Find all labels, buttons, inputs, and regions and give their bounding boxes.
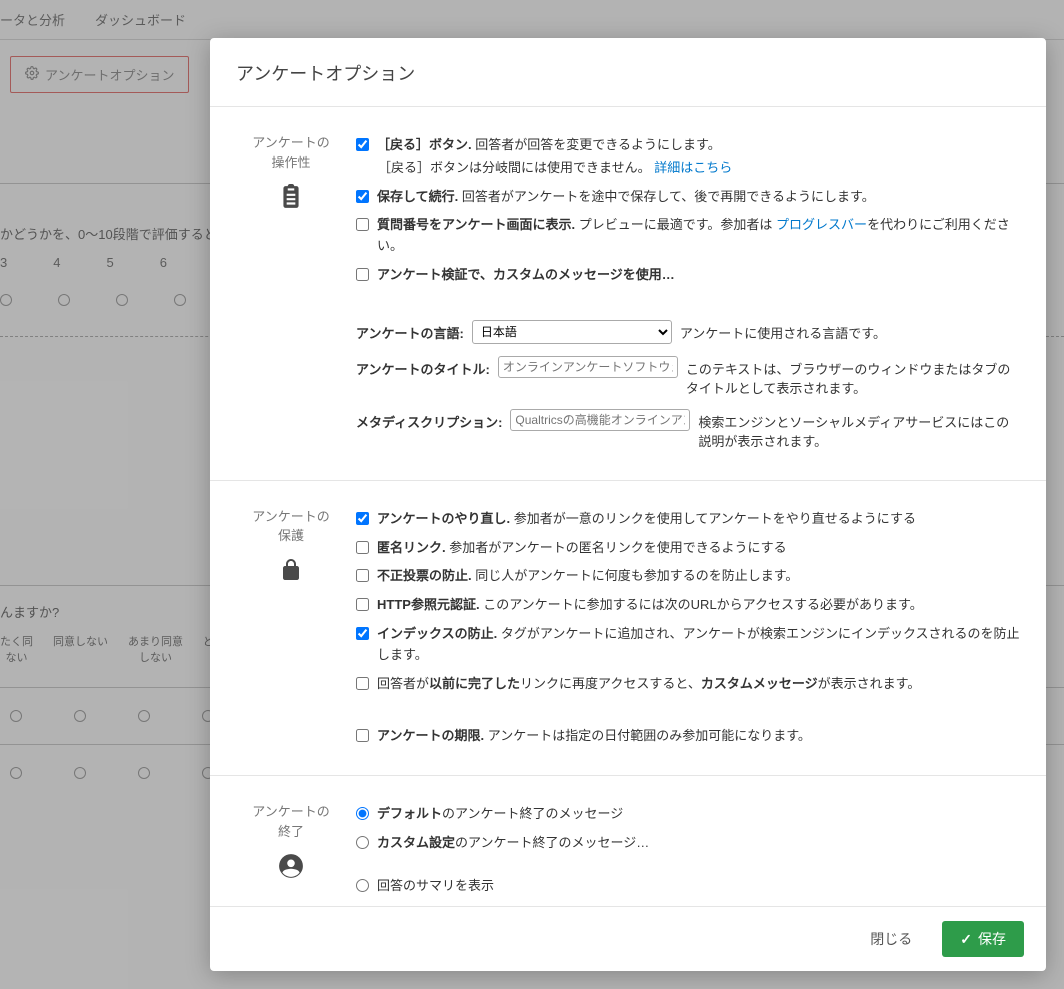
section-label: アンケートの 終了: [236, 802, 346, 841]
language-select[interactable]: 日本語: [472, 320, 672, 344]
custom-validation-checkbox[interactable]: [356, 268, 369, 281]
modal-title: アンケートオプション: [210, 38, 1046, 107]
clipboard-icon: [236, 184, 346, 210]
progress-bar-link[interactable]: プログレスバー: [776, 217, 867, 232]
person-silhouette-icon: [236, 853, 346, 879]
modal-footer: 閉じる 保存: [210, 906, 1046, 971]
survey-options-modal: アンケートオプション アンケートの 操作性 ［戻る］ボタン. 回答者が回答を変更…: [210, 38, 1046, 971]
ballot-stuffing-checkbox[interactable]: [356, 569, 369, 582]
section-label: アンケートの 保護: [236, 507, 346, 546]
meta-description-label: メタディスクリプション:: [356, 409, 502, 431]
default-end-message-radio[interactable]: [356, 807, 369, 820]
back-button-checkbox[interactable]: [356, 138, 369, 151]
completed-link-checkbox[interactable]: [356, 677, 369, 690]
show-summary-radio[interactable]: [356, 879, 369, 892]
close-button[interactable]: 閉じる: [856, 921, 926, 957]
back-button-details-link[interactable]: 詳細はこちら: [654, 160, 732, 175]
section-label: アンケートの 操作性: [236, 133, 346, 172]
retake-checkbox[interactable]: [356, 512, 369, 525]
section-termination: アンケートの 終了 デフォルトのアンケート終了のメッセージ カスタム設定のアンケ…: [210, 776, 1046, 906]
survey-title-input[interactable]: [498, 356, 678, 378]
anonymous-link-checkbox[interactable]: [356, 541, 369, 554]
http-referer-checkbox[interactable]: [356, 598, 369, 611]
lock-icon: [236, 558, 346, 582]
section-operability: アンケートの 操作性 ［戻る］ボタン. 回答者が回答を変更できるようにします。 …: [210, 107, 1046, 481]
custom-end-message-radio[interactable]: [356, 836, 369, 849]
save-continue-checkbox[interactable]: [356, 190, 369, 203]
expiration-checkbox[interactable]: [356, 729, 369, 742]
meta-description-input[interactable]: [510, 409, 690, 431]
check-icon: [960, 931, 972, 948]
question-numbers-checkbox[interactable]: [356, 218, 369, 231]
modal-body: アンケートの 操作性 ［戻る］ボタン. 回答者が回答を変更できるようにします。 …: [210, 107, 1046, 906]
section-protection: アンケートの 保護 アンケートのやり直し. 参加者が一意のリンクを使用してアンケ…: [210, 481, 1046, 776]
survey-title-label: アンケートのタイトル:: [356, 356, 490, 378]
save-button[interactable]: 保存: [942, 921, 1024, 957]
noindex-checkbox[interactable]: [356, 627, 369, 640]
language-label: アンケートの言語:: [356, 320, 464, 342]
